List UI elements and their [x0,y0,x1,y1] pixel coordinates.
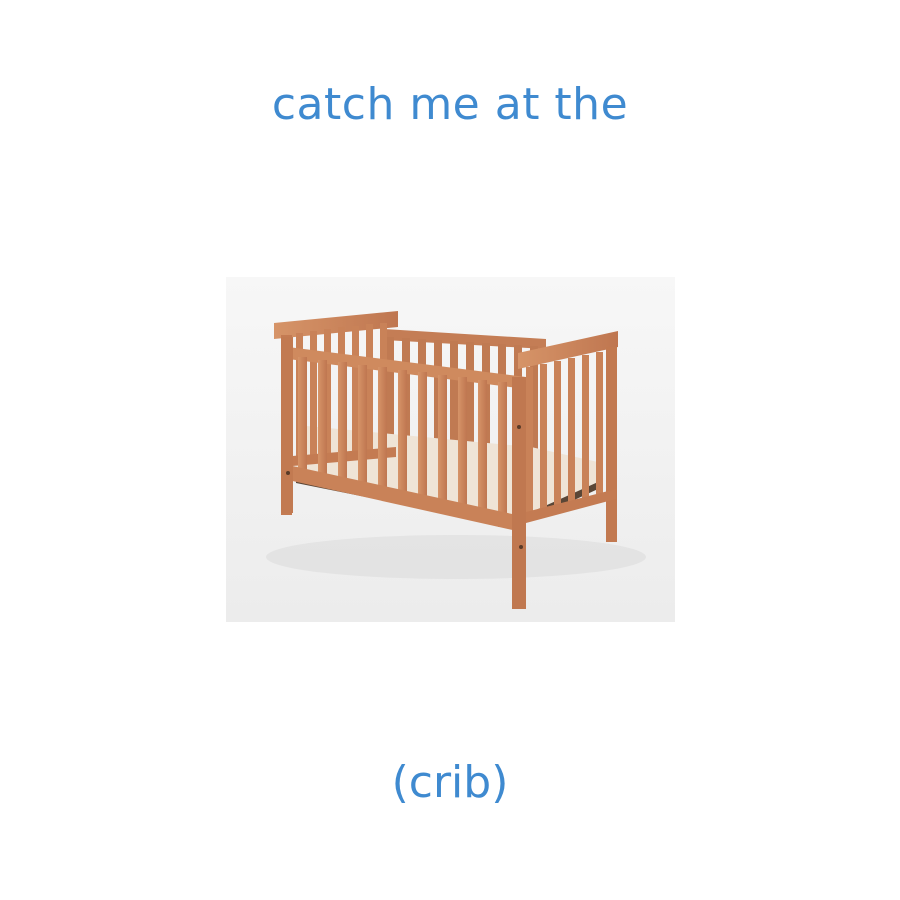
crib-photo [226,277,675,622]
crib-icon [226,277,675,622]
caption-text: (crib) [391,757,509,808]
headline-text: catch me at the [271,79,629,130]
